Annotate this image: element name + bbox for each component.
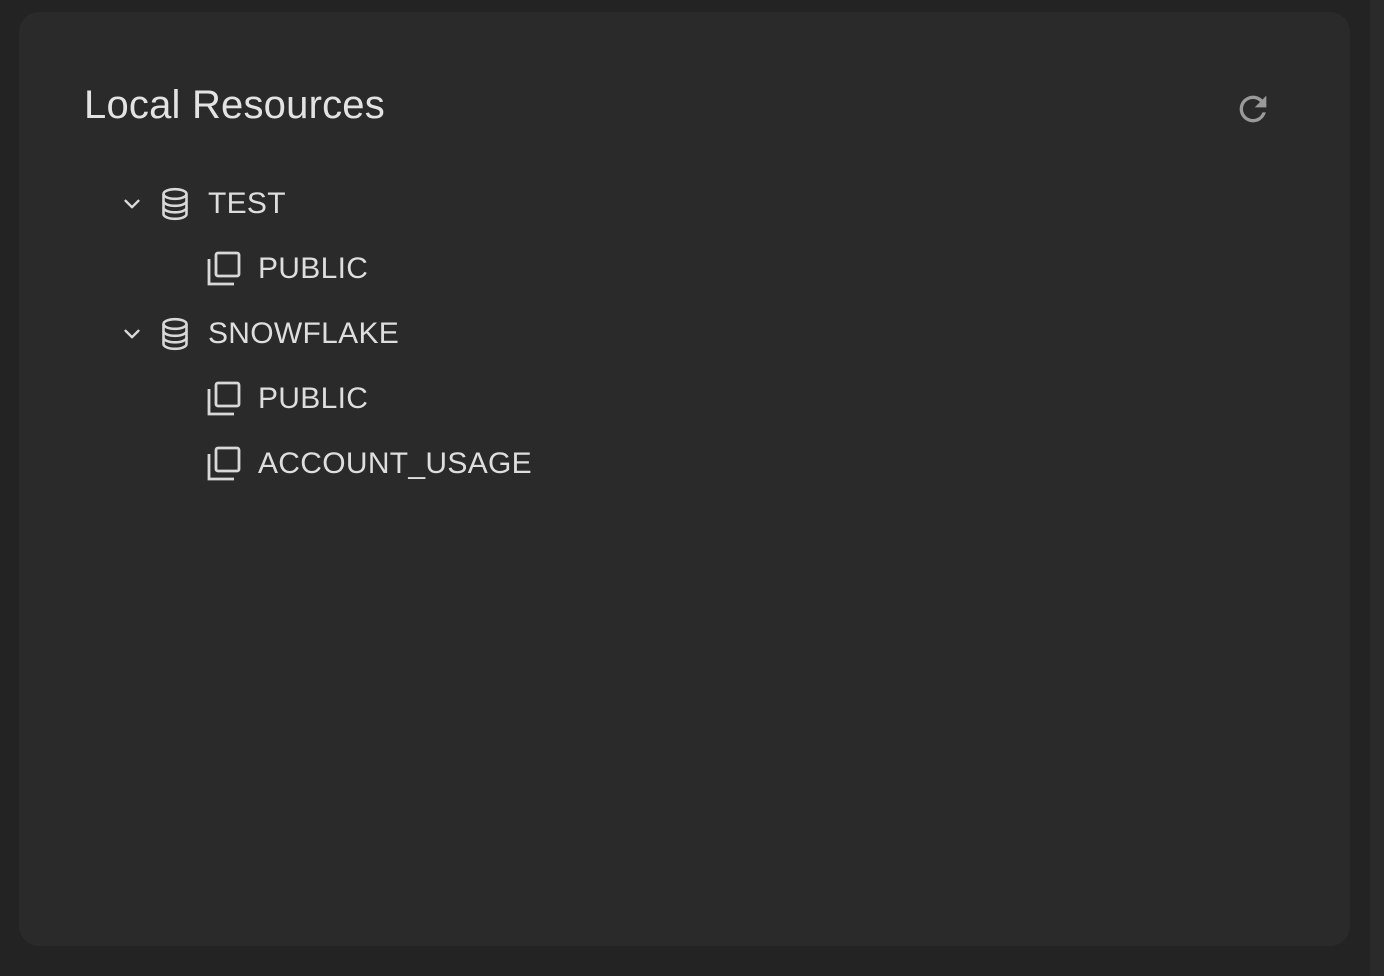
schema-icon — [206, 381, 242, 417]
database-icon — [159, 186, 191, 222]
tree-item-database-snowflake[interactable]: SNOWFLAKE — [119, 309, 399, 359]
tree-item-schema-public[interactable]: PUBLIC — [206, 244, 368, 294]
database-icon — [159, 316, 191, 352]
refresh-icon — [1239, 95, 1267, 123]
tree-item-label: TEST — [208, 187, 286, 220]
schema-icon — [206, 251, 242, 287]
chevron-down-icon[interactable] — [119, 321, 145, 347]
local-resources-panel: Local Resources TEST PUBLIC SNOWFLAKE PU… — [19, 12, 1350, 946]
tree-item-label: SNOWFLAKE — [208, 317, 400, 350]
tree-item-label: PUBLIC — [258, 252, 369, 285]
window-edge — [1370, 0, 1384, 976]
chevron-down-icon[interactable] — [119, 191, 145, 217]
tree-item-label: ACCOUNT_USAGE — [258, 447, 532, 480]
refresh-button[interactable] — [1231, 87, 1275, 131]
tree-item-database-test[interactable]: TEST — [119, 179, 286, 229]
schema-icon — [206, 446, 242, 482]
tree-item-schema-account-usage[interactable]: ACCOUNT_USAGE — [206, 439, 532, 489]
panel-title: Local Resources — [84, 83, 385, 127]
tree-item-schema-public[interactable]: PUBLIC — [206, 374, 368, 424]
tree-item-label: PUBLIC — [258, 382, 369, 415]
